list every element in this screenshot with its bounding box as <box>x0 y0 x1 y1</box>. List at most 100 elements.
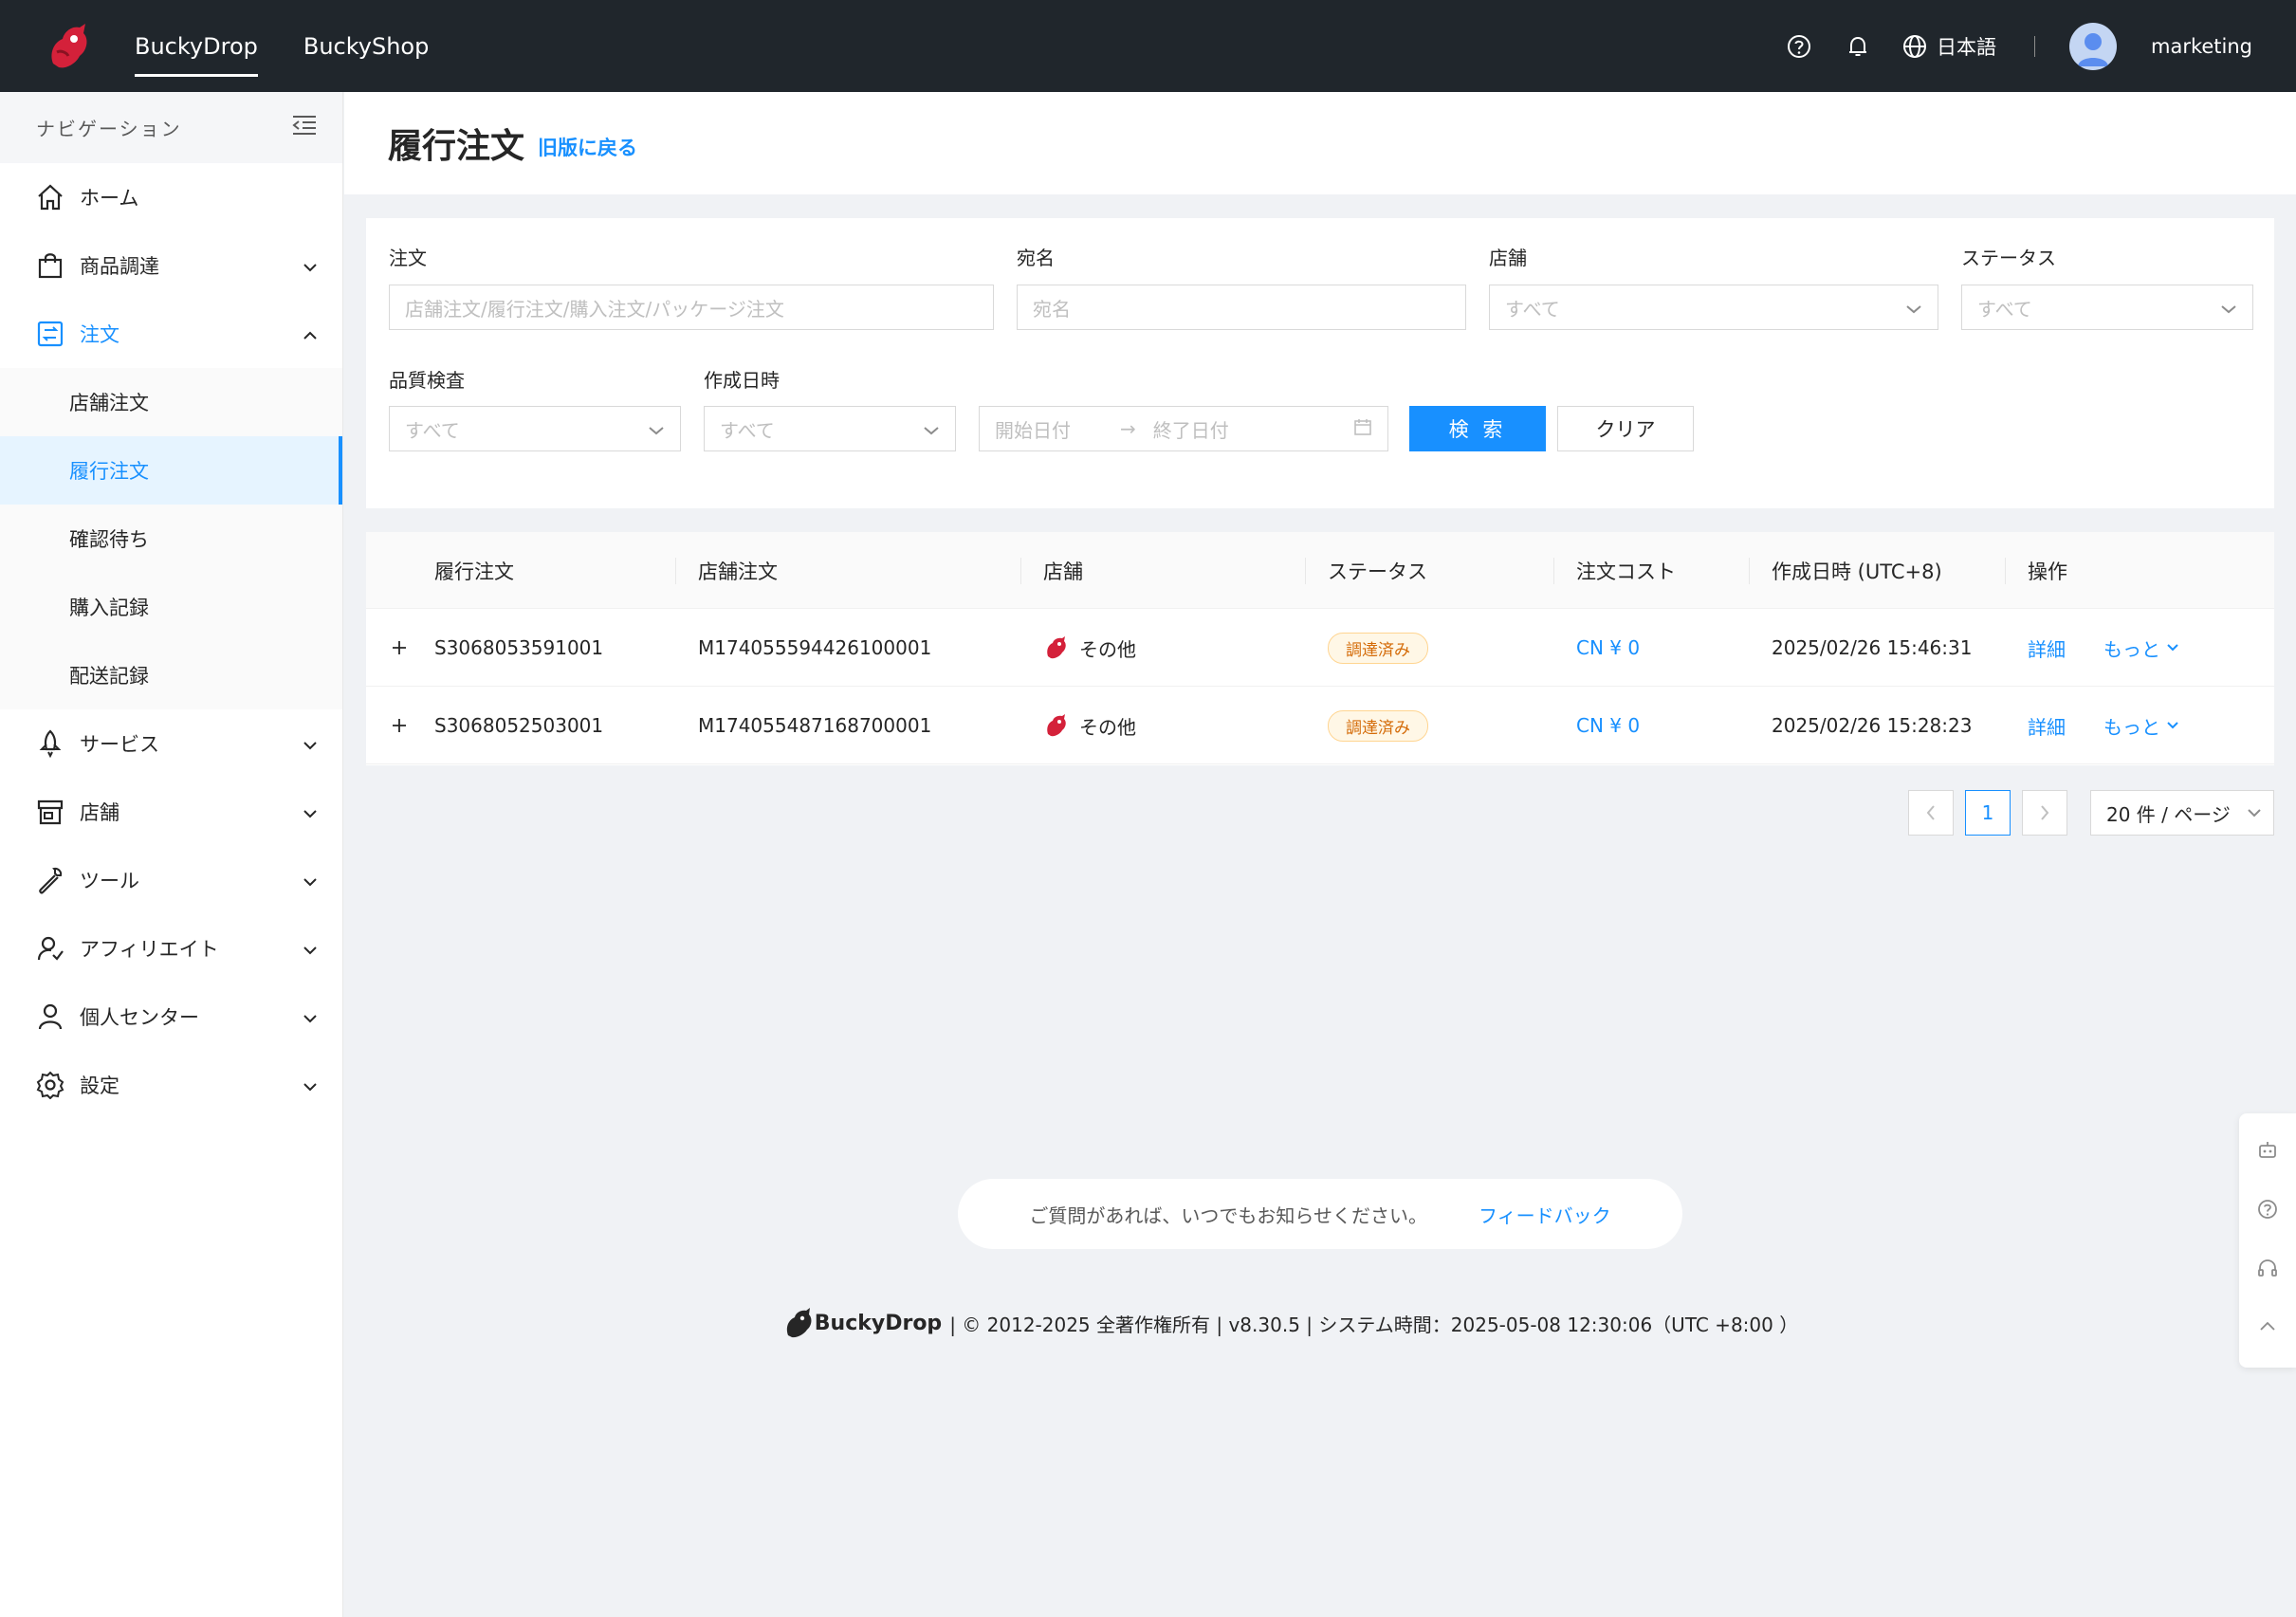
username[interactable]: marketing <box>2151 35 2252 58</box>
sidebar-item-services[interactable]: サービス <box>0 709 342 778</box>
store-select[interactable]: すべて <box>1489 285 1938 330</box>
calendar-icon <box>1353 417 1372 441</box>
page-number-button[interactable]: 1 <box>1965 790 2011 836</box>
sidebar-item-pending-confirmation[interactable]: 確認待ち <box>0 505 342 573</box>
headset-icon[interactable] <box>2256 1257 2279 1284</box>
column-header: 注文コスト <box>1576 560 1676 583</box>
tab-buckydrop[interactable]: BuckyDrop <box>135 0 258 92</box>
next-page-button[interactable] <box>2022 790 2067 836</box>
expand-row-icon[interactable] <box>389 715 410 736</box>
date-range-picker[interactable]: 開始日付 → 終了日付 <box>979 406 1388 451</box>
help-icon[interactable] <box>1785 32 1813 61</box>
recipient-input[interactable]: 宛名 <box>1017 285 1466 330</box>
more-dropdown[interactable]: もっと <box>2103 687 2179 764</box>
column-divider <box>1020 558 1021 584</box>
sidebar-item-orders[interactable]: 注文 <box>0 300 342 368</box>
qc-select[interactable]: すべて <box>389 406 681 451</box>
table-row: S3068052503001 M174055487168700001 その他 調… <box>366 687 2274 764</box>
filter-panel: 注文 店舗注文/履行注文/購入注文/パッケージ注文 宛名 宛名 店舗 すべて ス… <box>366 218 2274 508</box>
chevron-down-icon <box>303 254 318 277</box>
chevron-down-icon <box>1905 296 1922 319</box>
bag-icon <box>34 249 66 282</box>
sidebar-item-home[interactable]: ホーム <box>0 163 342 231</box>
detail-link[interactable]: 詳細 <box>2028 687 2066 764</box>
buckydrop-logo[interactable] <box>40 18 97 75</box>
store-logo-icon <box>1047 636 1066 659</box>
store-name: その他 <box>1079 637 1136 661</box>
globe-icon <box>1903 34 1926 58</box>
sidebar-item-affiliate[interactable]: アフィリエイト <box>0 914 342 983</box>
orders-table: 履行注文 店舗注文 店舗 ステータス 注文コスト 作成日時 (UTC+8) 操作… <box>366 532 2274 765</box>
chevron-down-icon <box>303 732 318 755</box>
fulfillment-order-id: S3068053591001 <box>434 636 604 659</box>
chevron-down-icon <box>2220 296 2237 319</box>
column-divider <box>675 558 676 584</box>
store-name: その他 <box>1079 715 1136 739</box>
qc-label: 品質検査 <box>389 369 465 392</box>
sidebar-item-purchase-records[interactable]: 購入記録 <box>0 573 342 641</box>
sidebar-item-label: ホーム <box>80 187 139 210</box>
sidebar-header: ナビゲーション <box>0 92 342 163</box>
sidebar-item-store-orders[interactable]: 店舗注文 <box>0 368 342 436</box>
menu-collapse-icon[interactable] <box>291 114 318 141</box>
footer-copyright: | © 2012-2025 全著作権所有 | v8.30.5 | システム時間：… <box>949 1313 1799 1336</box>
language-selector[interactable]: 日本語 <box>1902 32 1996 61</box>
search-button[interactable]: 検 索 <box>1409 406 1546 451</box>
bell-icon[interactable] <box>1844 32 1872 61</box>
tab-buckyshop[interactable]: BuckyShop <box>303 0 429 92</box>
column-divider <box>1553 558 1554 584</box>
status-select[interactable]: すべて <box>1961 285 2253 330</box>
sidebar-item-personal-center[interactable]: 個人センター <box>0 983 342 1051</box>
sidebar-item-sourcing[interactable]: 商品調達 <box>0 231 342 300</box>
sidebar-item-stores[interactable]: 店舗 <box>0 778 342 846</box>
sidebar-item-label: 設定 <box>80 1075 119 1097</box>
order-cost-link[interactable]: CN ¥ 0 <box>1576 687 1640 764</box>
floating-toolbar <box>2239 1113 2296 1368</box>
store-order-id: M174055594426100001 <box>698 636 932 659</box>
order-search-input[interactable]: 店舗注文/履行注文/購入注文/パッケージ注文 <box>389 285 994 330</box>
old-version-link[interactable]: 旧版に戻る <box>538 133 637 161</box>
start-date-input[interactable]: 開始日付 <box>995 415 1071 443</box>
more-dropdown[interactable]: もっと <box>2103 609 2179 687</box>
back-to-top-icon[interactable] <box>2256 1315 2279 1343</box>
divider <box>2034 35 2035 57</box>
end-date-input[interactable]: 終了日付 <box>1153 415 1229 443</box>
chevron-down-icon <box>303 869 318 891</box>
store-order-id: M174055487168700001 <box>698 714 932 737</box>
robot-icon[interactable] <box>2256 1139 2279 1167</box>
chevron-down-icon <box>923 417 940 440</box>
buckydrop-footer-logo-icon <box>786 1308 812 1338</box>
status-cell: 調達済み <box>1328 609 1428 687</box>
detail-link[interactable]: 詳細 <box>2028 609 2066 687</box>
chevron-down-icon <box>2167 644 2178 652</box>
created-select[interactable]: すべて <box>704 406 956 451</box>
help-icon[interactable] <box>2256 1198 2279 1225</box>
wrench-icon <box>34 864 66 896</box>
sidebar-item-label: 商品調達 <box>80 255 159 278</box>
status-label: ステータス <box>1961 247 2056 269</box>
order-cost-link[interactable]: CN ¥ 0 <box>1576 609 1640 687</box>
more-label: もっと <box>2103 715 2160 739</box>
recipient-label: 宛名 <box>1017 247 1055 269</box>
sidebar-item-fulfillment-orders[interactable]: 履行注文 <box>0 436 342 505</box>
chevron-down-icon <box>303 1005 318 1028</box>
sidebar-item-shipping-records[interactable]: 配送記録 <box>0 641 342 709</box>
page-size-select[interactable]: 20 件 / ページ <box>2090 790 2274 836</box>
prev-page-button[interactable] <box>1908 790 1954 836</box>
sidebar-item-tools[interactable]: ツール <box>0 846 342 914</box>
sidebar-item-label: 注文 <box>80 323 119 346</box>
language-label: 日本語 <box>1937 35 1996 59</box>
feedback-link[interactable]: フィードバック <box>1479 1201 1611 1228</box>
arrow-right-icon: → <box>1120 417 1136 440</box>
footer-brand: BuckyDrop <box>814 1311 943 1335</box>
sidebar-item-settings[interactable]: 設定 <box>0 1051 342 1119</box>
expand-row-icon[interactable] <box>389 637 410 658</box>
order-label: 注文 <box>389 247 427 269</box>
feedback-banner: ご質問があれば、いつでもお知らせください。 フィードバック <box>958 1179 1682 1249</box>
order-icon <box>34 318 66 350</box>
store-logo-icon <box>1047 714 1066 737</box>
gear-icon <box>34 1069 66 1101</box>
clear-button[interactable]: クリア <box>1557 406 1694 451</box>
avatar[interactable] <box>2069 22 2117 70</box>
orders-submenu: 店舗注文 履行注文 確認待ち 購入記録 配送記録 <box>0 368 342 709</box>
